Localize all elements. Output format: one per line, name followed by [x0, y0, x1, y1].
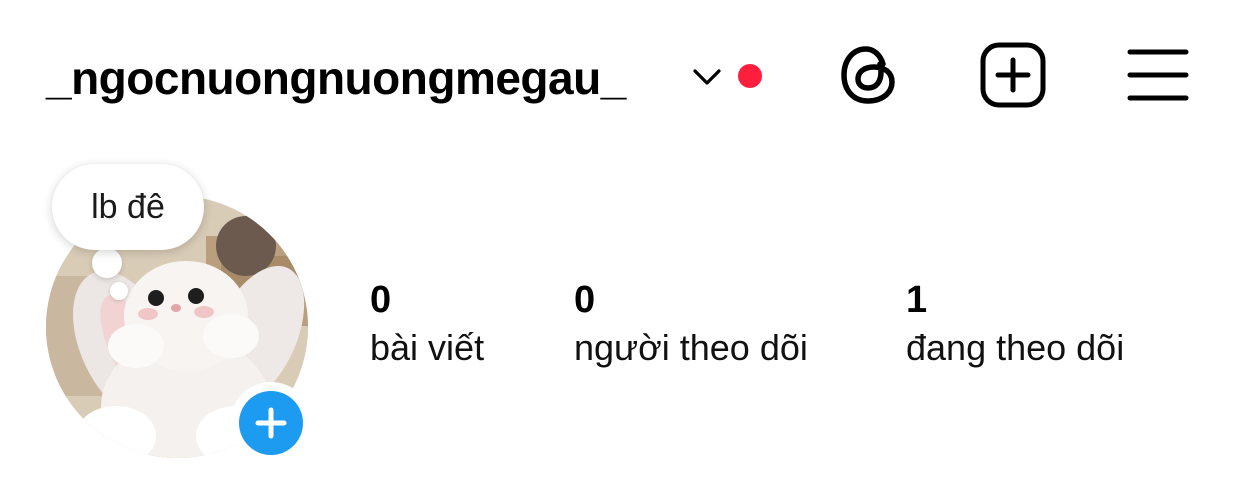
followers-stat[interactable]: 0 người theo dõi [574, 278, 808, 374]
add-story-circle [239, 391, 303, 455]
note-bubble[interactable]: lb đê [52, 164, 204, 250]
add-story-button[interactable] [230, 382, 312, 464]
posts-label: bài viết [370, 327, 485, 368]
following-count: 1 [906, 279, 928, 321]
account-switch-button[interactable] [690, 62, 724, 92]
plus-icon [255, 407, 287, 439]
plus-square-icon [980, 42, 1046, 108]
chevron-down-icon [693, 69, 721, 85]
menu-button[interactable] [1124, 44, 1192, 106]
hamburger-menu-icon [1127, 49, 1189, 101]
posts-stat[interactable]: 0 bài viết [370, 278, 484, 374]
note-bubble-tail [92, 248, 122, 278]
profile-header-screen: _ngocnuongnuongmegau_ lb đê 0 bài viết 0… [0, 0, 1242, 482]
username-title[interactable]: _ngocnuongnuongmegau_ [46, 50, 626, 106]
note-bubble-tail-small [110, 282, 128, 300]
following-stat[interactable]: 1 đang theo dõi [906, 278, 1124, 374]
create-button[interactable] [978, 40, 1048, 110]
notification-dot [738, 64, 762, 88]
followers-label: người theo dõi [574, 327, 808, 368]
following-label: đang theo dõi [906, 327, 1125, 368]
threads-icon [841, 46, 895, 104]
threads-button[interactable] [836, 42, 902, 108]
posts-count: 0 [370, 279, 392, 321]
followers-count: 0 [574, 279, 596, 321]
